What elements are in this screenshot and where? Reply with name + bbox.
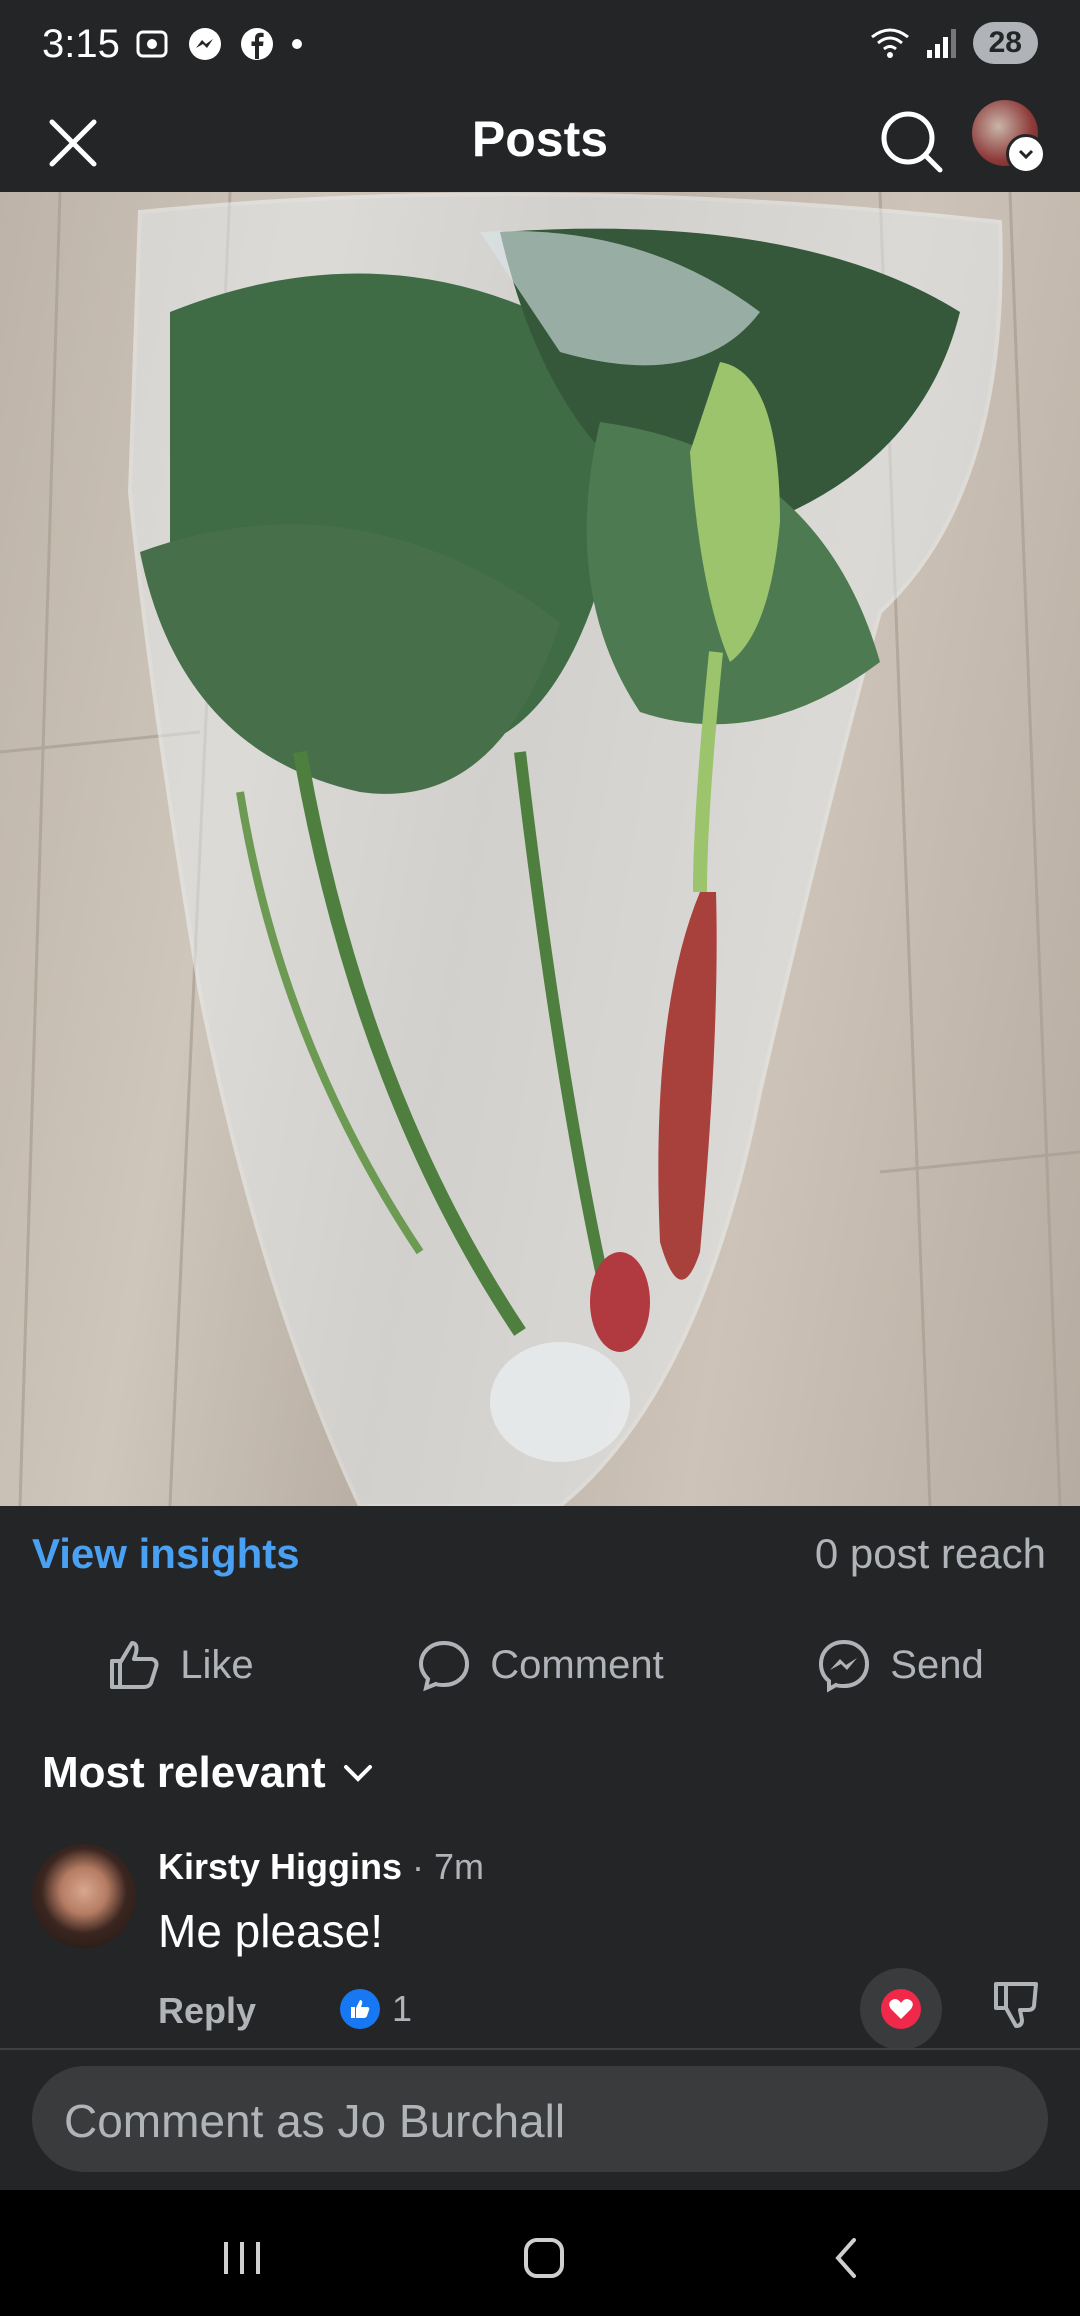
thumbs-down-icon[interactable] <box>990 1978 1042 2030</box>
comment-input-placeholder: Comment as Jo Burchall <box>64 2095 566 2147</box>
status-bar: 3:15 28 <box>0 0 1080 92</box>
search-icon[interactable] <box>876 106 946 176</box>
post-image[interactable] <box>0 192 1080 1506</box>
signal-icon <box>926 29 956 58</box>
like-label: Like <box>180 1642 254 1687</box>
comment-item: Kirsty Higgins · 7m Me please! Reply 1 <box>0 1838 1080 2050</box>
battery-badge: 28 <box>972 22 1038 64</box>
thumbs-up-icon <box>110 1641 159 1689</box>
comment-reaction-count[interactable]: 1 <box>340 1988 412 2030</box>
status-time: 3:15 <box>42 22 120 66</box>
sort-label: Most relevant <box>42 1748 326 1797</box>
system-nav-bar <box>0 2190 1080 2316</box>
screenshot-icon <box>136 30 168 58</box>
like-button[interactable]: Like <box>0 1610 360 1720</box>
home-icon[interactable] <box>514 2228 574 2288</box>
comment-author[interactable]: Kirsty Higgins <box>158 1846 402 1887</box>
chevron-down-icon <box>343 1765 372 1782</box>
comment-text: Me please! <box>158 1905 384 1957</box>
commenter-avatar[interactable] <box>32 1844 136 1948</box>
view-insights-link[interactable]: View insights <box>32 1530 300 1578</box>
notification-icons <box>132 24 304 64</box>
comment-time: · 7m <box>402 1846 485 1887</box>
facebook-icon <box>241 28 273 60</box>
recent-apps-icon[interactable] <box>212 2228 272 2288</box>
send-label: Send <box>890 1642 984 1687</box>
divider <box>0 2048 1080 2050</box>
like-reaction-icon <box>340 1989 380 2029</box>
send-button[interactable]: Send <box>720 1610 1080 1720</box>
back-icon[interactable] <box>818 2228 878 2288</box>
messenger-icon <box>189 28 221 60</box>
comment-button[interactable]: Comment <box>360 1610 720 1720</box>
wifi-icon <box>870 28 909 58</box>
comment-input[interactable]: Comment as Jo Burchall <box>32 2066 1048 2172</box>
comment-author-line: Kirsty Higgins · 7m <box>158 1846 484 1888</box>
post-photo <box>0 192 1080 1506</box>
chevron-down-icon <box>1006 134 1046 174</box>
comment-label: Comment <box>490 1642 664 1687</box>
heart-icon <box>881 1989 921 2029</box>
comment-bubble-icon <box>419 1640 470 1692</box>
app-header: Posts <box>0 92 1080 192</box>
reply-button[interactable]: Reply <box>158 1990 256 2032</box>
system-icons: 28 <box>869 22 1038 64</box>
dot-icon <box>292 39 302 49</box>
comment-sort-dropdown[interactable]: Most relevant <box>42 1748 376 1798</box>
profile-avatar-button[interactable] <box>972 100 1046 174</box>
insights-row: View insights 0 post reach <box>0 1506 1080 1606</box>
like-count-value: 1 <box>392 1988 413 2029</box>
messenger-send-icon <box>819 1639 870 1693</box>
post-reach-text: 0 post reach <box>814 1530 1046 1577</box>
heart-react-button[interactable] <box>860 1968 942 2050</box>
post-actions: Like Comment Send <box>0 1610 1080 1720</box>
